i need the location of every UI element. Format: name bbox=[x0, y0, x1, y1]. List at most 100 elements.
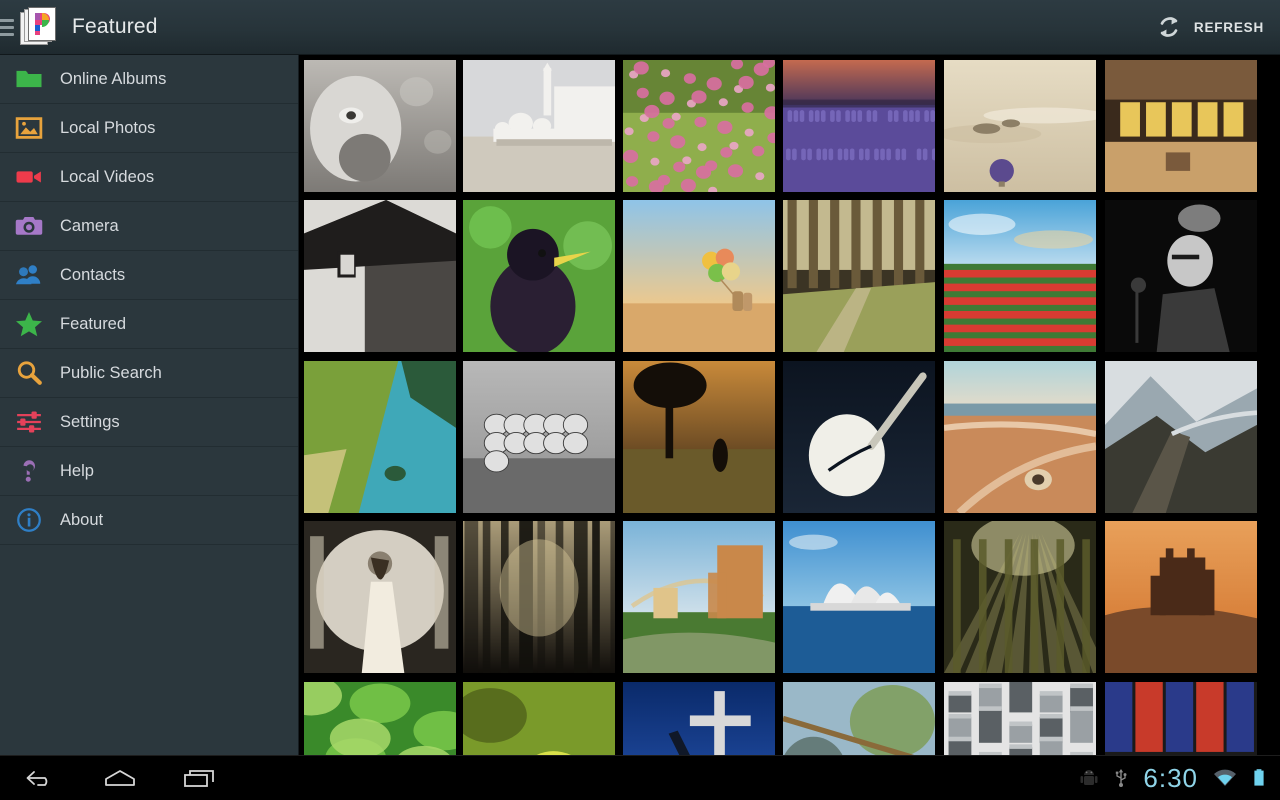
thumbnail-image bbox=[944, 682, 1096, 755]
sidebar-item-label: Contacts bbox=[60, 265, 126, 284]
gallery-app-window: Featured REFRESH Online Albums Local Phot… bbox=[0, 0, 1280, 800]
thumbnail-image bbox=[623, 521, 775, 673]
photo-thumbnail-great-wall-snow[interactable] bbox=[1105, 361, 1257, 513]
photo-thumbnail-monkey-portrait-bw[interactable] bbox=[304, 60, 456, 192]
sidebar-item-help[interactable]: Help bbox=[0, 447, 298, 496]
status-icons: 6:30 bbox=[1079, 763, 1280, 794]
photo-thumbnail-castle-rainbow-sky[interactable] bbox=[623, 521, 775, 673]
sidebar-item-label: Help bbox=[60, 461, 94, 480]
photo-thumbnail-statue-cross-blue-sky[interactable] bbox=[623, 682, 775, 755]
photo-thumbnail-hot-air-balloon-fog[interactable] bbox=[944, 60, 1096, 192]
thumbnail-image bbox=[623, 60, 775, 192]
back-arrow-icon bbox=[26, 771, 48, 786]
photo-thumbnail-turtle-river-aerial[interactable] bbox=[304, 361, 456, 513]
photo-thumbnail-bride-white-dress-hall[interactable] bbox=[304, 521, 456, 673]
thumbnail-image bbox=[623, 200, 775, 352]
home-button[interactable] bbox=[80, 756, 160, 800]
sidebar-item-featured[interactable]: Featured bbox=[0, 300, 298, 349]
thumbnail-image bbox=[463, 682, 615, 755]
battery-icon[interactable] bbox=[1252, 767, 1266, 789]
photo-thumbnail-sydney-opera-house[interactable] bbox=[783, 521, 935, 673]
wifi-icon[interactable] bbox=[1212, 767, 1238, 789]
sidebar-item-label: Local Videos bbox=[60, 167, 155, 186]
sidebar-item-online-albums[interactable]: Online Albums bbox=[0, 55, 298, 104]
info-icon-wrap bbox=[6, 505, 52, 535]
thumbnail-image bbox=[463, 60, 615, 192]
photo-thumbnail-mossy-forest-path[interactable] bbox=[783, 200, 935, 352]
thumbnail-image bbox=[1105, 361, 1257, 513]
sidebar-item-settings[interactable]: Settings bbox=[0, 398, 298, 447]
thumbnail-image bbox=[304, 521, 456, 673]
recent-apps-icon bbox=[184, 770, 214, 787]
thumbnail-image bbox=[944, 200, 1096, 352]
photo-thumbnail-abandoned-room-windows[interactable] bbox=[1105, 60, 1257, 192]
sidebar-item-label: About bbox=[60, 510, 104, 529]
refresh-icon bbox=[1160, 17, 1178, 37]
sidebar-item-local-videos[interactable]: Local Videos bbox=[0, 153, 298, 202]
photo-thumbnail-pink-wildflower-field[interactable] bbox=[623, 60, 775, 192]
thumbnail-image bbox=[304, 682, 456, 755]
app-logo-icon bbox=[20, 7, 58, 47]
photo-thumbnail-green-leaves-insect[interactable] bbox=[304, 682, 456, 755]
photo-thumbnail-yellow-leaf-macro[interactable] bbox=[463, 682, 615, 755]
refresh-button[interactable]: REFRESH bbox=[1144, 0, 1280, 55]
photo-thumbnail-white-tulip-dark[interactable] bbox=[783, 361, 935, 513]
thumbnail-image bbox=[1105, 521, 1257, 673]
photo-thumbnail-misty-forest-trees[interactable] bbox=[463, 521, 615, 673]
photo-thumbnail-lavender-field-sunset[interactable] bbox=[783, 60, 935, 192]
sliders-icon bbox=[17, 411, 41, 433]
photo-thumbnail-tree-sunset-couple[interactable] bbox=[623, 361, 775, 513]
refresh-label: REFRESH bbox=[1193, 19, 1264, 35]
sidebar-item-local-photos[interactable]: Local Photos bbox=[0, 104, 298, 153]
photo-thumbnail-sunbeam-forest[interactable] bbox=[944, 521, 1096, 673]
thumbnail-image bbox=[1105, 60, 1257, 192]
question-icon bbox=[23, 460, 35, 482]
home-icon bbox=[105, 770, 135, 786]
photo-thumbnail-colorful-helmets-row[interactable] bbox=[1105, 682, 1257, 755]
camera-icon-wrap bbox=[6, 211, 52, 241]
photo-thumbnail-white-mosque[interactable] bbox=[463, 60, 615, 192]
photo-thumbnail-starling-bird[interactable] bbox=[463, 200, 615, 352]
sidebar-item-label: Local Photos bbox=[60, 118, 156, 137]
thumbnail-image bbox=[944, 521, 1096, 673]
photo-thumbnail-barn-window-bw[interactable] bbox=[304, 200, 456, 352]
sidebar-item-about[interactable]: About bbox=[0, 496, 298, 545]
recent-apps-button[interactable] bbox=[160, 756, 240, 800]
photo-thumbnail-yellow-bird-branch[interactable] bbox=[783, 682, 935, 755]
thumbnail-image bbox=[783, 521, 935, 673]
usb-icon[interactable] bbox=[1113, 767, 1129, 789]
star-icon bbox=[16, 312, 42, 337]
navigation-drawer: Online Albums Local Photos Local Videos Cam… bbox=[0, 55, 299, 755]
video-icon-wrap bbox=[6, 162, 52, 192]
photo-thumbnail-orange-castle-hill[interactable] bbox=[1105, 521, 1257, 673]
sliders-icon-wrap bbox=[6, 407, 52, 437]
info-icon bbox=[17, 508, 41, 532]
question-icon-wrap bbox=[6, 456, 52, 486]
photo-thumbnail-man-singing-bw[interactable] bbox=[1105, 200, 1257, 352]
photo-thumbnail-stones-macro-bw[interactable] bbox=[463, 361, 615, 513]
thumbnail-image bbox=[304, 361, 456, 513]
star-icon-wrap bbox=[6, 309, 52, 339]
photo-thumbnail-red-tulip-field-sky[interactable] bbox=[944, 200, 1096, 352]
photo-thumbnail-beach-sand-ripples[interactable] bbox=[944, 361, 1096, 513]
back-button[interactable] bbox=[0, 756, 80, 800]
hamburger-menu-icon[interactable] bbox=[0, 18, 14, 36]
sidebar-item-camera[interactable]: Camera bbox=[0, 202, 298, 251]
android-debug-icon[interactable] bbox=[1079, 767, 1099, 789]
thumbnail-image bbox=[623, 361, 775, 513]
thumbnail-image bbox=[783, 60, 935, 192]
video-icon bbox=[16, 171, 41, 183]
thumbnail-image bbox=[304, 60, 456, 192]
photo-thumbnail-holocaust-memorial-blocks[interactable] bbox=[944, 682, 1096, 755]
photo-thumbnail-balloons-beach-children[interactable] bbox=[623, 200, 775, 352]
folder-icon-wrap bbox=[6, 64, 52, 94]
photo-grid[interactable] bbox=[299, 55, 1280, 755]
image-icon-wrap bbox=[6, 113, 52, 143]
sidebar-item-contacts[interactable]: Contacts bbox=[0, 251, 298, 300]
search-icon bbox=[17, 361, 42, 385]
sidebar-item-public-search[interactable]: Public Search bbox=[0, 349, 298, 398]
sidebar-item-label: Online Albums bbox=[60, 69, 167, 88]
thumbnail-image bbox=[783, 200, 935, 352]
search-icon-wrap bbox=[6, 358, 52, 388]
contacts-icon-wrap bbox=[6, 260, 52, 290]
